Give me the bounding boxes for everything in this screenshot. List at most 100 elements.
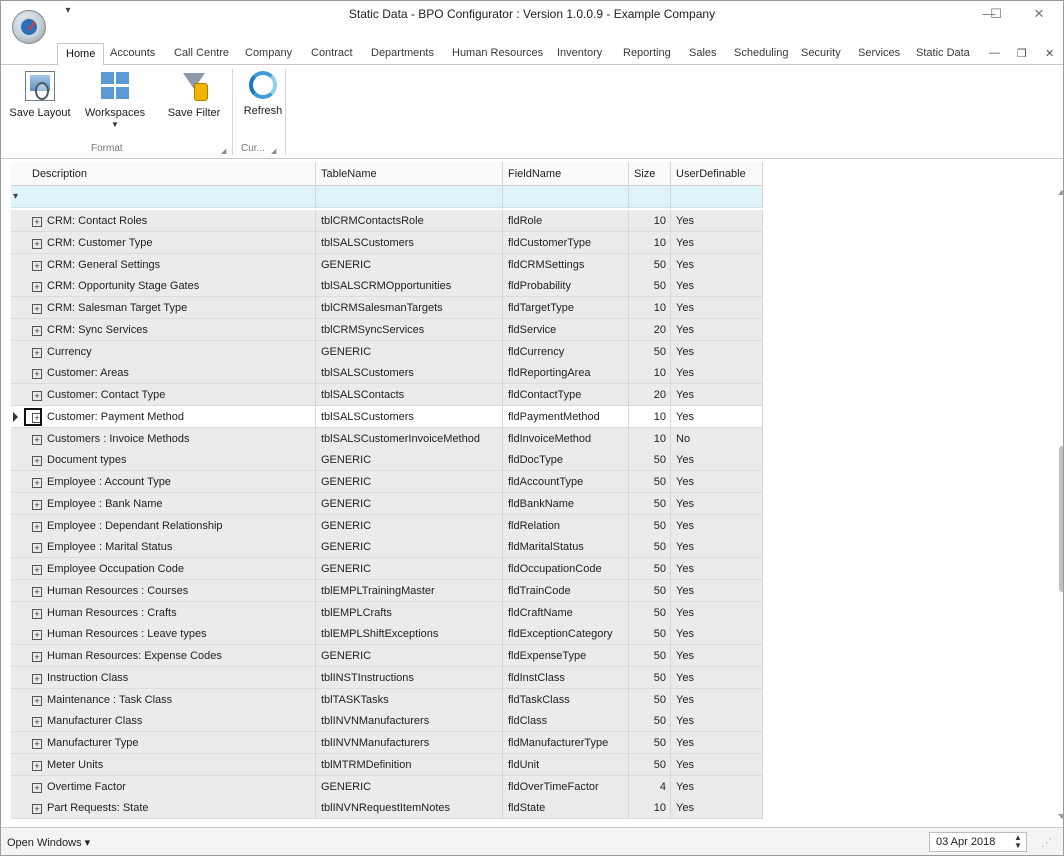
table-row[interactable]: + Human Resources : Courses tblEMPLTrainin… bbox=[11, 580, 763, 602]
workspaces-button[interactable]: Workspaces ▼ bbox=[75, 71, 155, 129]
cell-userdefinable[interactable]: Yes bbox=[671, 732, 763, 754]
current-group-launcher-icon[interactable]: ◢ bbox=[271, 147, 276, 155]
expand-row-icon[interactable]: + bbox=[32, 783, 42, 793]
tab-departments[interactable]: Departments bbox=[371, 47, 434, 59]
cell-fieldname[interactable]: fldCraftName bbox=[503, 602, 629, 624]
table-row[interactable]: + Human Resources : Crafts tblEMPLCrafts fl… bbox=[11, 602, 763, 624]
close-button[interactable]: ✕ bbox=[1019, 5, 1059, 23]
cell-fieldname[interactable]: fldState bbox=[503, 797, 629, 819]
column-header-tablename[interactable]: TableName bbox=[316, 162, 503, 186]
expand-row-icon[interactable]: + bbox=[32, 261, 42, 271]
cell-description[interactable]: + Employee : Bank Name bbox=[27, 493, 316, 515]
cell-userdefinable[interactable]: Yes bbox=[671, 536, 763, 558]
tab-human-resources[interactable]: Human Resources bbox=[452, 47, 543, 59]
expand-row-icon[interactable]: + bbox=[32, 391, 42, 401]
cell-fieldname[interactable]: fldProbability bbox=[503, 275, 629, 297]
cell-description[interactable]: + Employee : Dependant Relationship bbox=[27, 515, 316, 537]
expand-row-icon[interactable]: + bbox=[32, 696, 42, 706]
cell-size[interactable]: 10 bbox=[629, 406, 671, 428]
cell-tablename[interactable]: tblINVNManufacturers bbox=[316, 710, 503, 732]
table-row[interactable]: + Employee : Account Type GENERIC fldAccoun… bbox=[11, 471, 763, 493]
cell-description[interactable]: + Maintenance : Task Class bbox=[27, 689, 316, 711]
cell-userdefinable[interactable]: Yes bbox=[671, 362, 763, 384]
cell-description[interactable]: + Customer: Payment Method bbox=[27, 406, 316, 428]
cell-size[interactable]: 10 bbox=[629, 297, 671, 319]
cell-userdefinable[interactable]: Yes bbox=[671, 645, 763, 667]
cell-size[interactable]: 50 bbox=[629, 602, 671, 624]
open-windows-menu[interactable]: Open Windows ▾ bbox=[7, 836, 90, 849]
tab-sales[interactable]: Sales bbox=[689, 47, 717, 59]
tab-security[interactable]: Security bbox=[801, 47, 841, 59]
refresh-button[interactable]: Refresh bbox=[237, 71, 289, 117]
cell-size[interactable]: 4 bbox=[629, 776, 671, 798]
table-row[interactable]: + Manufacturer Type tblINVNManufacturers fl… bbox=[11, 732, 763, 754]
cell-tablename[interactable]: tblSALSCustomerInvoiceMethod bbox=[316, 428, 503, 450]
expand-row-icon[interactable]: + bbox=[32, 326, 42, 336]
scrollbar-thumb[interactable] bbox=[1059, 446, 1063, 592]
tab-inventory[interactable]: Inventory bbox=[557, 47, 602, 59]
cell-description[interactable]: + CRM: Customer Type bbox=[27, 232, 316, 254]
cell-fieldname[interactable]: fldOccupationCode bbox=[503, 558, 629, 580]
vertical-scrollbar[interactable] bbox=[1053, 186, 1063, 826]
cell-userdefinable[interactable]: Yes bbox=[671, 232, 763, 254]
cell-fieldname[interactable]: fldManufacturerType bbox=[503, 732, 629, 754]
cell-description[interactable]: + Customers : Invoice Methods bbox=[27, 428, 316, 450]
expand-row-icon[interactable]: + bbox=[32, 630, 42, 640]
cell-size[interactable]: 10 bbox=[629, 428, 671, 450]
maximize-button[interactable]: ☐ bbox=[976, 5, 1016, 23]
expand-row-icon[interactable]: + bbox=[32, 543, 42, 553]
expand-row-icon[interactable]: + bbox=[32, 761, 42, 771]
table-row[interactable]: + CRM: Customer Type tblSALSCustomers fldCu… bbox=[11, 232, 763, 254]
expand-row-icon[interactable]: + bbox=[32, 565, 42, 575]
save-layout-button[interactable]: Save Layout bbox=[5, 71, 75, 119]
cell-tablename[interactable]: tblEMPLShiftExceptions bbox=[316, 623, 503, 645]
cell-fieldname[interactable]: fldOverTimeFactor bbox=[503, 776, 629, 798]
filter-cell-fieldname[interactable] bbox=[503, 186, 629, 208]
cell-userdefinable[interactable]: Yes bbox=[671, 558, 763, 580]
table-row[interactable]: + Customer: Areas tblSALSCustomers fldRepor… bbox=[11, 362, 763, 384]
expand-row-icon[interactable]: + bbox=[32, 674, 42, 684]
cell-size[interactable]: 10 bbox=[629, 232, 671, 254]
cell-fieldname[interactable]: fldRole bbox=[503, 210, 629, 232]
table-row[interactable]: + Maintenance : Task Class tblTASKTasks fld… bbox=[11, 689, 763, 711]
tab-company[interactable]: Company bbox=[245, 47, 292, 59]
cell-tablename[interactable]: tblSALSCustomers bbox=[316, 362, 503, 384]
table-row[interactable]: + Human Resources: Expense Codes GENERIC fl… bbox=[11, 645, 763, 667]
cell-description[interactable]: + Document types bbox=[27, 449, 316, 471]
expand-row-icon[interactable]: + bbox=[32, 348, 42, 358]
cell-fieldname[interactable]: fldCustomerType bbox=[503, 232, 629, 254]
cell-size[interactable]: 50 bbox=[629, 536, 671, 558]
cell-size[interactable]: 10 bbox=[629, 797, 671, 819]
cell-description[interactable]: + CRM: Contact Roles bbox=[27, 210, 316, 232]
cell-tablename[interactable]: tblINVNRequestItemNotes bbox=[316, 797, 503, 819]
cell-description[interactable]: + Instruction Class bbox=[27, 667, 316, 689]
cell-tablename[interactable]: GENERIC bbox=[316, 776, 503, 798]
cell-size[interactable]: 20 bbox=[629, 319, 671, 341]
cell-size[interactable]: 50 bbox=[629, 341, 671, 363]
cell-fieldname[interactable]: fldService bbox=[503, 319, 629, 341]
cell-size[interactable]: 50 bbox=[629, 449, 671, 471]
cell-fieldname[interactable]: fldReportingArea bbox=[503, 362, 629, 384]
format-group-launcher-icon[interactable]: ◢ bbox=[221, 147, 226, 155]
cell-fieldname[interactable]: fldCRMSettings bbox=[503, 254, 629, 276]
cell-userdefinable[interactable]: Yes bbox=[671, 710, 763, 732]
cell-userdefinable[interactable]: Yes bbox=[671, 406, 763, 428]
date-field[interactable]: 03 Apr 2018 ▲ ▼ bbox=[929, 832, 1027, 852]
cell-size[interactable]: 50 bbox=[629, 710, 671, 732]
mdi-restore-button[interactable]: ❐ bbox=[1017, 47, 1027, 60]
cell-userdefinable[interactable]: Yes bbox=[671, 754, 763, 776]
cell-fieldname[interactable]: fldTaskClass bbox=[503, 689, 629, 711]
cell-size[interactable]: 50 bbox=[629, 623, 671, 645]
cell-description[interactable]: + CRM: General Settings bbox=[27, 254, 316, 276]
table-row[interactable]: + Part Requests: State tblINVNRequestItemN… bbox=[11, 797, 763, 819]
cell-userdefinable[interactable]: Yes bbox=[671, 449, 763, 471]
cell-fieldname[interactable]: fldInstClass bbox=[503, 667, 629, 689]
cell-size[interactable]: 50 bbox=[629, 732, 671, 754]
filter-cell-userdefinable[interactable] bbox=[671, 186, 763, 208]
expand-row-icon[interactable]: + bbox=[32, 609, 42, 619]
cell-tablename[interactable]: GENERIC bbox=[316, 558, 503, 580]
expand-row-icon[interactable]: + bbox=[32, 369, 42, 379]
expand-row-icon[interactable]: + bbox=[32, 587, 42, 597]
cell-fieldname[interactable]: fldMaritalStatus bbox=[503, 536, 629, 558]
table-row[interactable]: + CRM: Salesman Target Type tblCRMSalesman… bbox=[11, 297, 763, 319]
